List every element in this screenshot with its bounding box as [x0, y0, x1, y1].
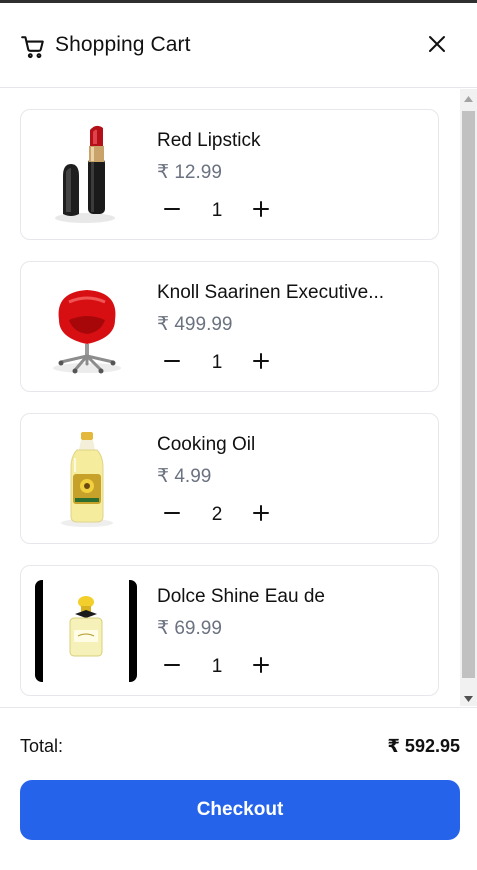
item-price: ₹ 69.99: [157, 618, 222, 639]
plus-icon: [253, 656, 269, 678]
close-button[interactable]: [421, 30, 453, 62]
page-title: Shopping Cart: [55, 33, 191, 56]
increase-quantity-button[interactable]: [248, 654, 274, 680]
item-name: Dolce Shine Eau de: [157, 586, 325, 607]
cart-item: Knoll Saarinen Executive... ₹ 499.99 1: [20, 261, 439, 392]
lipstick-image: [35, 124, 137, 226]
quantity-value: 1: [211, 656, 223, 677]
quantity-value: 1: [211, 352, 223, 373]
minus-icon: [164, 201, 180, 222]
cart-header: Shopping Cart: [0, 3, 477, 88]
cart-icon: [20, 34, 46, 60]
cart-item: Cooking Oil ₹ 4.99 2: [20, 413, 439, 544]
cart-item-list[interactable]: Red Lipstick ₹ 12.99 1 Knoll Saarinen Ex…: [0, 89, 477, 706]
checkout-button[interactable]: Checkout: [20, 780, 460, 840]
item-price: ₹ 12.99: [157, 162, 222, 183]
office-chair-image: [35, 276, 137, 378]
item-price: ₹ 4.99: [157, 466, 212, 487]
decrease-quantity-button[interactable]: [159, 350, 185, 376]
close-icon: [427, 34, 447, 59]
scrollbar[interactable]: [460, 89, 477, 706]
cooking-oil-image: [35, 428, 137, 530]
decrease-quantity-button[interactable]: [159, 654, 185, 680]
plus-icon: [253, 200, 269, 222]
decrease-quantity-button[interactable]: [159, 502, 185, 528]
cart-item: Dolce Shine Eau de ₹ 69.99 1: [20, 565, 439, 696]
minus-icon: [164, 657, 180, 678]
total-label: Total:: [20, 736, 64, 756]
quantity-value: 2: [211, 504, 223, 525]
item-name: Red Lipstick: [157, 130, 261, 151]
cart-footer: Total: ₹ 592.95 Checkout: [0, 707, 477, 870]
item-price: ₹ 499.99: [157, 314, 233, 335]
increase-quantity-button[interactable]: [248, 198, 274, 224]
increase-quantity-button[interactable]: [248, 350, 274, 376]
plus-icon: [253, 352, 269, 374]
perfume-image: [35, 580, 137, 682]
item-name: Knoll Saarinen Executive...: [157, 282, 385, 303]
minus-icon: [164, 505, 180, 526]
scroll-down-button[interactable]: [460, 689, 477, 706]
increase-quantity-button[interactable]: [248, 502, 274, 528]
scrollbar-thumb[interactable]: [462, 111, 475, 678]
scroll-up-button[interactable]: [460, 89, 477, 106]
quantity-value: 1: [211, 200, 223, 221]
cart-item: Red Lipstick ₹ 12.99 1: [20, 109, 439, 240]
decrease-quantity-button[interactable]: [159, 198, 185, 224]
triangle-down-icon: [464, 689, 473, 707]
triangle-up-icon: [464, 89, 473, 107]
minus-icon: [164, 353, 180, 374]
item-name: Cooking Oil: [157, 434, 256, 455]
total-value: ₹ 592.95: [387, 736, 460, 756]
plus-icon: [253, 504, 269, 526]
